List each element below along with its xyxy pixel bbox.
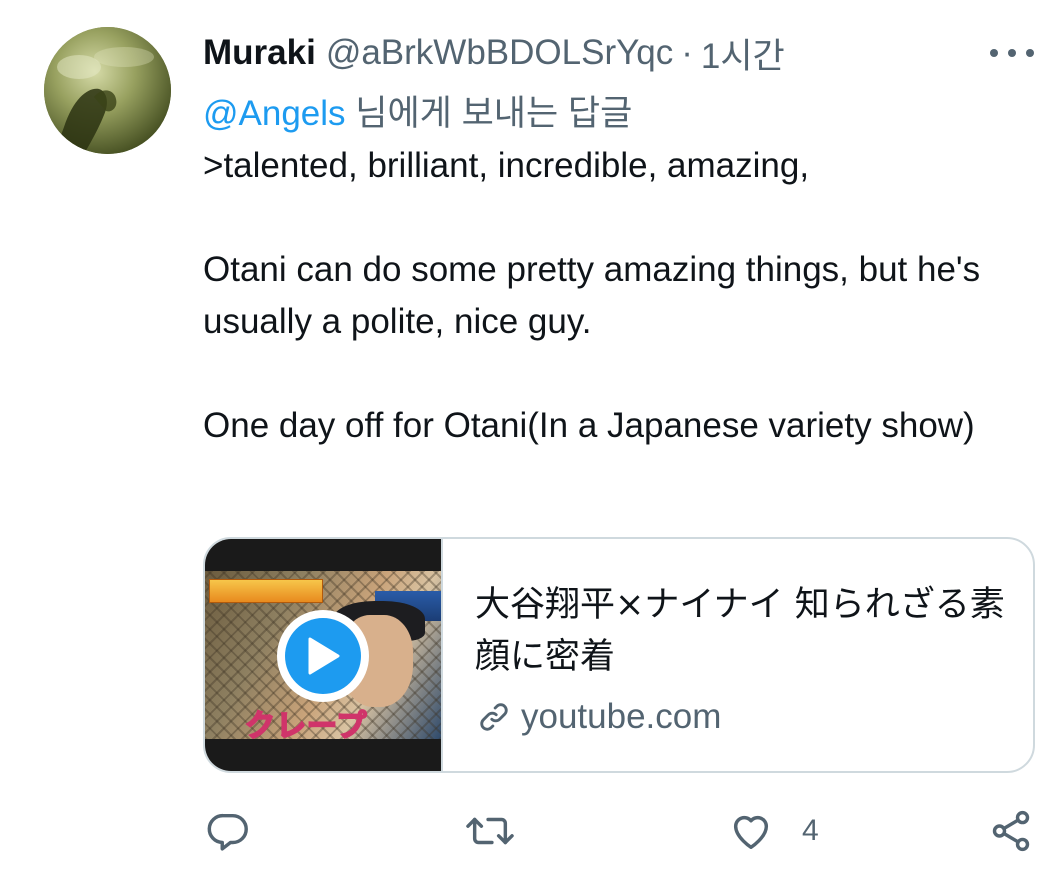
- share-icon: [992, 810, 1030, 852]
- reply-context: @Angels 님에게 보내는 답글: [203, 85, 632, 136]
- like-icon: [733, 815, 769, 850]
- action-bar: 4: [0, 800, 1062, 864]
- separator-dot: ·: [681, 33, 693, 72]
- play-icon: [308, 637, 340, 675]
- tweet-body: >talented, brilliant, incredible, amazin…: [203, 140, 1023, 452]
- like-button[interactable]: 4: [728, 808, 819, 854]
- link-card[interactable]: クレープ 大谷翔平×ナイナイ 知られざる素顔に密着 youtube.com: [203, 537, 1035, 773]
- retweet-icon: [466, 817, 514, 845]
- tweet-text-line: >talented, brilliant, incredible, amazin…: [203, 146, 810, 185]
- reply-mention-link[interactable]: @Angels: [203, 94, 346, 133]
- avatar[interactable]: [44, 27, 171, 154]
- share-button[interactable]: [988, 808, 1034, 854]
- like-count: 4: [802, 814, 819, 847]
- reply-context-label: 님에게 보내는 답글: [345, 94, 633, 133]
- avatar-image: [44, 27, 171, 154]
- thumbnail-overlay: [209, 579, 323, 603]
- play-button[interactable]: [277, 610, 369, 702]
- reply-icon: [207, 813, 248, 851]
- card-domain-row: youtube.com: [475, 697, 1015, 737]
- retweet-button[interactable]: [465, 808, 515, 854]
- card-title[interactable]: 大谷翔平×ナイナイ 知られざる素顔に密着: [475, 579, 1015, 683]
- author-handle[interactable]: @aBrkWbBDOLSrYqc: [326, 33, 673, 73]
- video-thumbnail[interactable]: クレープ: [205, 539, 443, 771]
- card-domain[interactable]: youtube.com: [521, 697, 721, 737]
- link-icon: [480, 703, 508, 731]
- card-details: 大谷翔平×ナイナイ 知られざる素顔に密着 youtube.com: [475, 579, 1015, 737]
- tweet-header: Muraki @aBrkWbBDOLSrYqc · 1시간: [203, 30, 785, 76]
- thumbnail-caption: クレープ: [244, 708, 368, 745]
- tweet-text-line: One day off for Otani(In a Japanese vari…: [203, 406, 975, 445]
- author-name[interactable]: Muraki: [203, 33, 316, 73]
- more-icon[interactable]: [990, 40, 1034, 66]
- tweet[interactable]: Muraki @aBrkWbBDOLSrYqc · 1시간 @Angels 님에…: [0, 0, 1062, 874]
- reply-button[interactable]: [205, 808, 251, 854]
- timestamp[interactable]: 1시간: [701, 28, 785, 79]
- tweet-text-line: Otani can do some pretty amazing things,…: [203, 250, 981, 341]
